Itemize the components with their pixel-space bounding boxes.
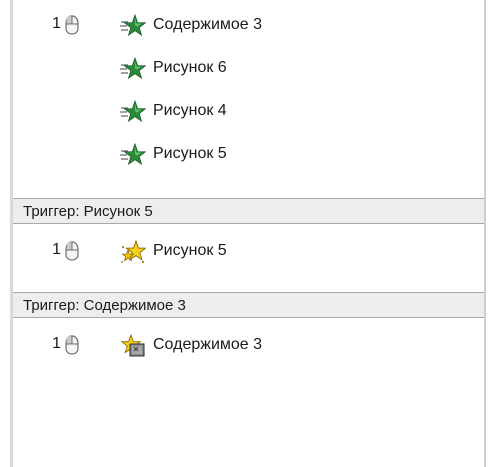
pane-right-border [484,0,486,467]
trigger-header-label: Триггер: Рисунок 5 [23,203,153,220]
animation-item[interactable]: 1 Содержимое 3 [13,6,484,46]
trigger-header-label: Триггер: Содержимое 3 [23,297,186,314]
animation-item[interactable]: Рисунок 6 [13,49,484,89]
on-click-mouse-icon [64,241,80,261]
animation-item-label: Содержимое 3 [153,336,263,353]
entrance-star-green-icon [120,100,146,124]
animation-item[interactable]: Рисунок 5 [13,135,484,175]
animation-order-number: 1 [52,15,61,32]
animation-item[interactable]: Рисунок 4 [13,92,484,132]
trigger-header[interactable]: Триггер: Содержимое 3 [13,292,484,318]
entrance-star-green-icon [120,143,146,167]
animation-item[interactable]: 1 Рисунок 5 [13,232,484,272]
animation-item-label: Содержимое 3 [153,16,263,33]
animation-pane-list: 1 Содержимое 3 Рисунок 6 Рисунок 4 Рисун… [13,0,484,467]
emphasis-star-box-icon [120,334,146,358]
entrance-star-green-icon [120,57,146,81]
animation-item-label: Рисунок 5 [153,242,227,259]
animation-item-label: Рисунок 5 [153,145,227,162]
animation-item-label: Рисунок 4 [153,102,227,119]
on-click-mouse-icon [64,335,80,355]
animation-item-label: Рисунок 6 [153,59,227,76]
on-click-mouse-icon [64,15,80,35]
emphasis-star-yellow-icon [120,240,146,264]
animation-order-number: 1 [52,241,61,258]
entrance-star-green-icon [120,14,146,38]
trigger-header[interactable]: Триггер: Рисунок 5 [13,198,484,224]
animation-order-number: 1 [52,335,61,352]
animation-item[interactable]: 1 Содержимое 3 [13,326,484,366]
